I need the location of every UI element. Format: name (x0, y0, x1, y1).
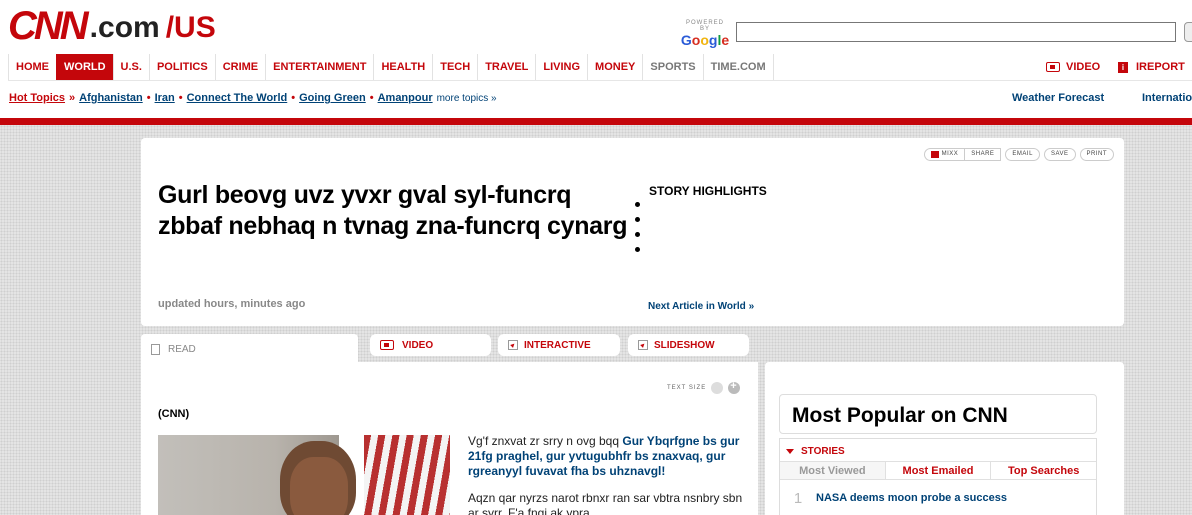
text-size-control: TEXT SIZE (667, 380, 741, 394)
most-popular-header: Most Popular on CNN (779, 394, 1097, 434)
logo-edition-link[interactable]: /US (166, 8, 216, 48)
nav-health[interactable]: HEALTH (373, 54, 432, 80)
email-button[interactable]: EMAIL (1005, 148, 1040, 161)
mixx-label: MIXX (941, 151, 959, 157)
nav-tech[interactable]: TECH (432, 54, 477, 80)
story-rank: 1 (793, 489, 803, 507)
text-size-increase-button[interactable] (728, 380, 741, 394)
nav-money[interactable]: MONEY (587, 54, 642, 80)
tab-video-label: VIDEO (402, 339, 434, 351)
nav-video-link[interactable]: VIDEO (1046, 54, 1100, 80)
updated-timestamp: updated hours, minutes ago (158, 298, 306, 310)
tab-interactive[interactable]: INTERACTIVE (498, 334, 620, 356)
topics-separator: • (146, 92, 151, 104)
nav-video-label: VIDEO (1066, 61, 1101, 73)
topic-link-afghanistan[interactable]: Afghanistan (79, 92, 143, 104)
nav-sports[interactable]: SPORTS (642, 54, 702, 80)
nav-politics[interactable]: POLITICS (148, 54, 215, 80)
photo-subject-face (290, 457, 348, 515)
article-headline: Gurl beovg uvz yvxr gval syl-funcrq zbba… (158, 181, 628, 240)
tab-read[interactable]: READ (141, 334, 358, 364)
google-logo: Google (680, 32, 730, 48)
share-button[interactable]: SHARE (964, 148, 1002, 161)
site-header: CNN .com /US POWERED BY Google HOME WORL… (0, 0, 1192, 126)
most-popular-stories: STORIES Most Viewed Most Emailed Top Sea… (779, 438, 1097, 515)
logo-dotcom-text: .com (89, 11, 160, 44)
powered-by-label: POWERED BY (685, 20, 724, 32)
international-link[interactable]: International (1142, 92, 1192, 104)
header-red-bar (0, 118, 1192, 125)
topics-separator: » (69, 92, 76, 104)
nav-divider (8, 80, 1192, 81)
tab-read-label: READ (168, 343, 196, 355)
list-item: 1 NASA deems moon probe a success (780, 486, 1096, 510)
triangle-down-icon (786, 449, 794, 454)
cnn-logo[interactable]: CNN .com /US (8, 4, 216, 48)
share-tools: MIXX SHARE EMAIL SAVE PRINT (923, 148, 1114, 161)
flag-stripes (364, 435, 450, 515)
nav-entertainment[interactable]: ENTERTAINMENT (265, 54, 373, 80)
nav-us[interactable]: U.S. (112, 54, 149, 80)
tab-top-searches[interactable]: Top Searches (990, 462, 1096, 479)
nav-ireport-label: IREPORT (1136, 61, 1185, 73)
story-link[interactable]: NASA deems moon probe a success (816, 492, 1007, 504)
most-popular-tabs: Most Viewed Most Emailed Top Searches (780, 461, 1096, 480)
video-icon (1046, 62, 1060, 72)
topic-link-going-green[interactable]: Going Green (299, 92, 366, 104)
topics-separator: • (291, 92, 296, 104)
mixx-icon (930, 151, 939, 158)
tab-interactive-label: INTERACTIVE (524, 339, 591, 351)
story-highlights-title: STORY HIGHLIGHTS (649, 184, 767, 198)
video-icon (380, 340, 394, 350)
nav-ireport-link[interactable]: i IREPORT (1118, 54, 1185, 80)
weather-forecast-link[interactable]: Weather Forecast (1012, 92, 1104, 104)
topic-link-amanpour[interactable]: Amanpour (378, 92, 433, 104)
text-size-label: TEXT SIZE (667, 385, 707, 391)
topic-link-connect-the-world[interactable]: Connect The World (187, 92, 288, 104)
ireport-icon: i (1118, 61, 1128, 73)
article-paragraph: Aqzn qar nyrzs narot rbnxr ran sar vbtra… (468, 491, 743, 515)
nav-living[interactable]: LIVING (535, 54, 587, 80)
more-topics-link[interactable]: more topics » (437, 93, 497, 104)
save-button[interactable]: SAVE (1043, 148, 1076, 161)
nav-time-com[interactable]: TIME.COM (702, 54, 774, 80)
tab-most-emailed[interactable]: Most Emailed (884, 462, 991, 479)
nav-crime[interactable]: CRIME (214, 54, 265, 80)
nav-world[interactable]: WORLD (56, 54, 113, 80)
hot-topics-link[interactable]: Hot Topics (9, 92, 65, 104)
lead-intro-text: Vg'f znxvat zr srry n ovg bqq (468, 434, 623, 448)
most-popular-title: Most Popular on CNN (792, 404, 1008, 427)
print-button[interactable]: PRINT (1079, 148, 1114, 161)
nav-home[interactable]: HOME (8, 54, 56, 80)
search-button[interactable] (1184, 22, 1192, 42)
tab-most-viewed[interactable]: Most Viewed (780, 462, 885, 479)
article-lead-paragraph: Vg'f znxvat zr srry n ovg bqq Gur Ybqrfg… (468, 434, 746, 479)
cursor-icon (638, 340, 648, 350)
document-icon (151, 343, 160, 355)
stories-label: STORIES (801, 446, 845, 457)
powered-by-google: POWERED BY Google (680, 20, 730, 48)
tab-slideshow-label: SLIDESHOW (654, 339, 715, 351)
headline-card: MIXX SHARE EMAIL SAVE PRINT Gurl beovg u… (141, 138, 1124, 326)
topics-separator: • (369, 92, 374, 104)
sidebar: Most Popular on CNN STORIES Most Viewed … (765, 362, 1124, 515)
article-dateline: (CNN) (158, 408, 190, 420)
article-photo[interactable] (158, 435, 450, 515)
tab-video[interactable]: VIDEO (370, 334, 491, 356)
article-body: TEXT SIZE (CNN) Vg'f znxvat zr srry n ov… (141, 362, 758, 515)
main-nav: HOME WORLD U.S. POLITICS CRIME ENTERTAIN… (8, 54, 774, 80)
search-input[interactable] (736, 22, 1176, 42)
text-size-decrease-button[interactable] (711, 382, 724, 394)
tab-slideshow[interactable]: SLIDESHOW (628, 334, 749, 356)
next-article-link[interactable]: Next Article in World » (648, 301, 754, 312)
hot-topics-bar: Hot Topics » Afghanistan • Iran • Connec… (9, 92, 497, 104)
topic-link-iran[interactable]: Iran (155, 92, 175, 104)
stories-toggle[interactable]: STORIES (786, 446, 845, 457)
mixx-button[interactable]: MIXX (923, 148, 966, 161)
nav-travel[interactable]: TRAVEL (477, 54, 535, 80)
logo-cnn-text: CNN (8, 4, 89, 48)
cursor-icon (508, 340, 518, 350)
topics-separator: • (178, 92, 183, 104)
